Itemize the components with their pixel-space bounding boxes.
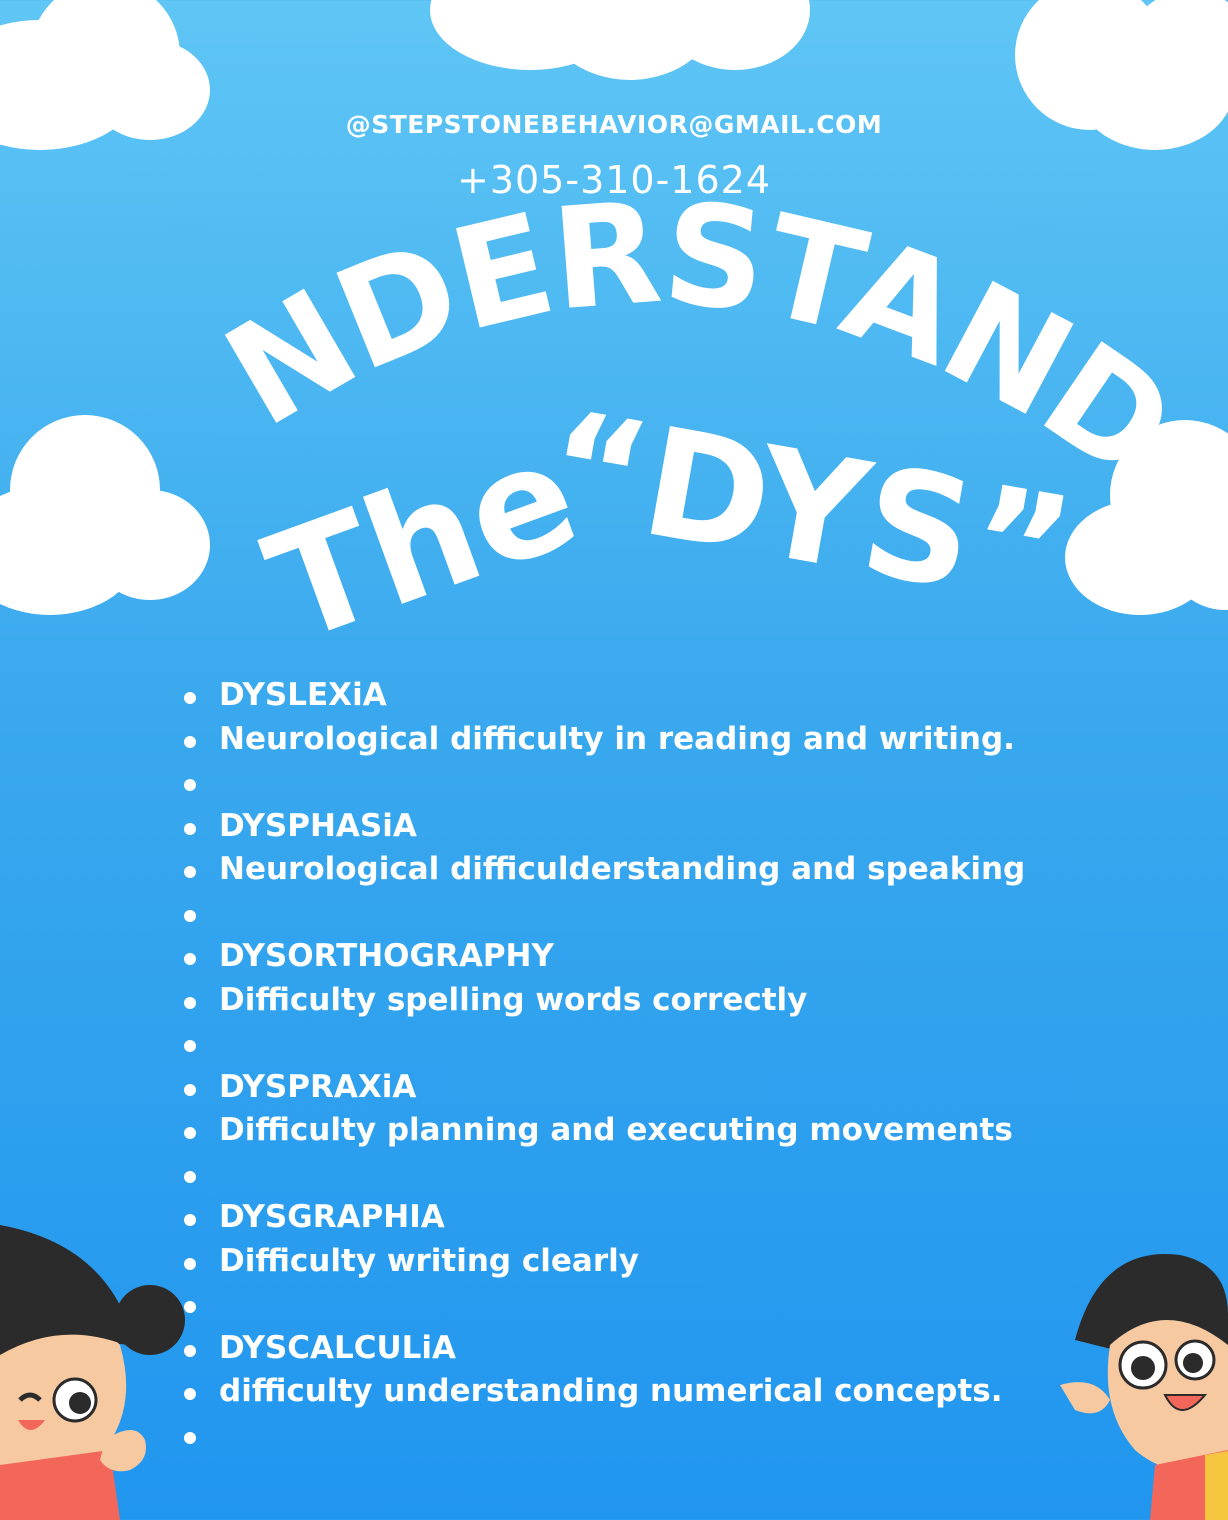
- list-item-empty: [182, 1414, 1182, 1458]
- list-item-definition: Difficulty planning and executing moveme…: [182, 1109, 1182, 1153]
- list-item-empty: [182, 761, 1182, 805]
- list-item-empty: [182, 1283, 1182, 1327]
- list-item-empty: [182, 1022, 1182, 1066]
- flyer: @STEPSTONEBEHAVIOR@GMAIL.COM +305-310-16…: [0, 0, 1228, 1520]
- list-item-definition: Neurological difficulty in reading and w…: [182, 718, 1182, 762]
- list-item-definition: difficulty understanding numerical conce…: [182, 1370, 1182, 1414]
- list-item-term: DYSORTHOGRAPHY: [182, 935, 1182, 979]
- list-item-term: DYSGRAPHIA: [182, 1196, 1182, 1240]
- list-item-empty: [182, 892, 1182, 936]
- list-item-term: DYSCALCULiA: [182, 1327, 1182, 1371]
- headline: UNDERSTAND The “DYS”: [0, 0, 1203, 677]
- list-item-empty: [182, 1153, 1182, 1197]
- list-item-term: DYSLEXiA: [182, 674, 1182, 718]
- boy-cartoon-icon: [1060, 1254, 1228, 1520]
- list-item-definition: Difficulty spelling words correctly: [182, 979, 1182, 1023]
- list-item-definition: Neurological difficulderstanding and spe…: [182, 848, 1182, 892]
- list-item-term: DYSPRAXiA: [182, 1066, 1182, 1110]
- girl-cartoon-icon: [0, 1225, 185, 1520]
- list-item-term: DYSPHASiA: [182, 805, 1182, 849]
- dys-list: DYSLEXiA Neurological difficulty in readi…: [182, 674, 1182, 1457]
- list-item-definition: Difficulty writing clearly: [182, 1240, 1182, 1284]
